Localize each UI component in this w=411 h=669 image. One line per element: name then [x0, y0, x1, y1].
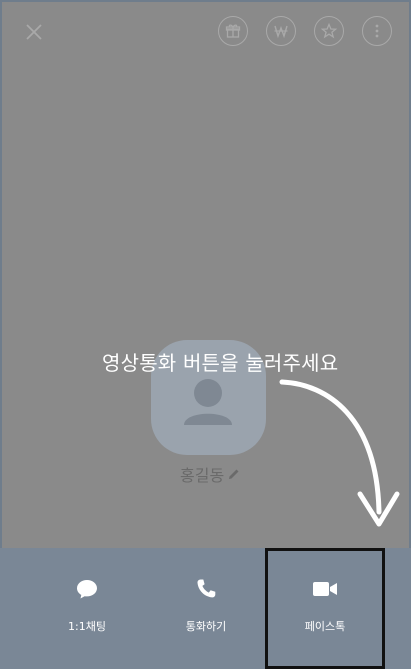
gift-icon[interactable]: [218, 16, 248, 46]
call-button[interactable]: 통화하기: [146, 548, 266, 669]
bottom-action-bar: 1:1채팅 통화하기 페이스톡: [0, 548, 411, 669]
won-icon[interactable]: [266, 16, 296, 46]
video-icon: [312, 576, 338, 602]
facetalk-button[interactable]: 페이스톡: [265, 548, 385, 669]
more-icon[interactable]: [362, 16, 392, 46]
phone-icon: [193, 576, 219, 602]
close-icon[interactable]: [24, 22, 44, 42]
chat-button[interactable]: 1:1채팅: [27, 548, 147, 669]
pointer-arrow-icon: [279, 379, 400, 527]
call-label: 통화하기: [185, 620, 227, 633]
star-icon[interactable]: [314, 16, 344, 46]
profile-name: 홍길동: [180, 466, 225, 485]
profile-name-row: 홍길동: [180, 463, 241, 485]
facetalk-label: 페이스톡: [304, 620, 346, 633]
chat-label: 1:1채팅: [68, 620, 106, 633]
edit-pencil-icon[interactable]: [227, 467, 241, 481]
chat-icon: [74, 576, 100, 602]
